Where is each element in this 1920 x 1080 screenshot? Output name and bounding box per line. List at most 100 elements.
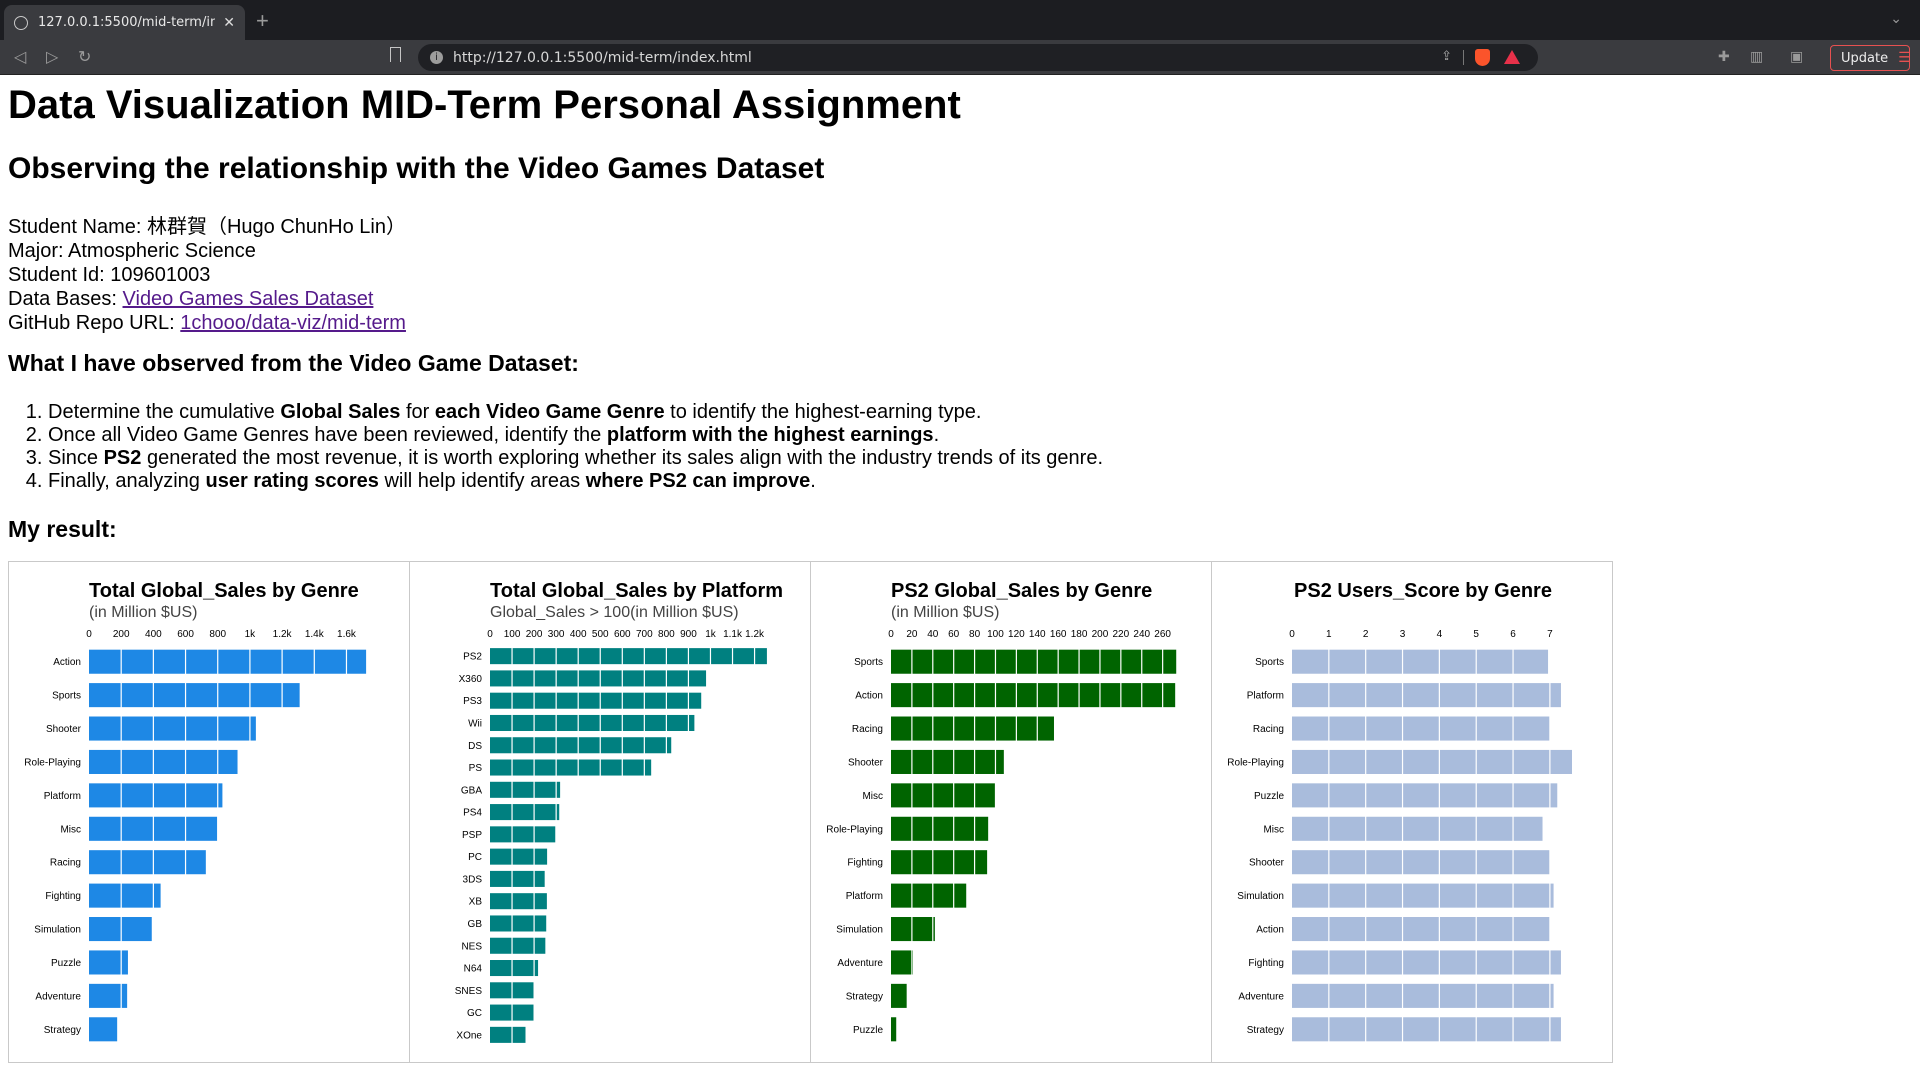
brave-shields-icon[interactable] xyxy=(1475,49,1490,66)
wallet-icon[interactable]: ▣ xyxy=(1790,48,1803,65)
x-tick-label: 800 xyxy=(209,629,226,640)
observation-list: Determine the cumulative Global Sales fo… xyxy=(8,401,1912,493)
bar[interactable] xyxy=(89,716,256,741)
close-tab-icon[interactable]: ✕ xyxy=(223,15,235,31)
reload-icon[interactable]: ↻ xyxy=(78,47,91,67)
bar[interactable] xyxy=(1292,682,1561,707)
bar[interactable] xyxy=(891,883,967,908)
category-label: Fighting xyxy=(45,891,81,902)
url-text[interactable]: http://127.0.0.1:5500/mid-term/index.htm… xyxy=(453,50,752,66)
bar[interactable] xyxy=(89,649,367,674)
bar[interactable] xyxy=(1292,816,1543,841)
bar[interactable] xyxy=(891,749,1004,774)
bar[interactable] xyxy=(490,759,652,776)
observation-text: Since xyxy=(48,446,104,469)
charts-row: Total Global_Sales by Genre (in Million $… xyxy=(8,560,1912,1063)
bar[interactable] xyxy=(490,781,561,798)
bar[interactable] xyxy=(89,883,161,908)
category-label: Action xyxy=(53,657,81,668)
bar[interactable] xyxy=(490,714,695,731)
chart-title: Total Global_Sales by Genre xyxy=(89,580,359,602)
chevron-down-icon[interactable]: ⌄ xyxy=(1890,10,1902,27)
bar[interactable] xyxy=(1292,783,1558,808)
bar[interactable] xyxy=(490,1026,526,1043)
bookmark-icon[interactable] xyxy=(390,47,401,62)
bar[interactable] xyxy=(891,950,913,975)
bar[interactable] xyxy=(891,649,1177,674)
bar[interactable] xyxy=(490,870,545,887)
repo-link[interactable]: 1chooo/data-viz/mid-term xyxy=(180,312,406,334)
bar[interactable] xyxy=(490,692,702,709)
globe-icon xyxy=(14,15,28,30)
browser-tab-bar: 127.0.0.1:5500/mid-term/index ✕ + ⌄ xyxy=(0,0,1920,40)
bar[interactable] xyxy=(89,1017,118,1042)
bar[interactable] xyxy=(490,915,547,932)
hamburger-menu-icon[interactable]: ☰ xyxy=(1898,50,1911,66)
x-tick-label: 3 xyxy=(1400,629,1406,640)
category-label: Role-Playing xyxy=(24,757,81,768)
bar[interactable] xyxy=(891,816,989,841)
bar[interactable] xyxy=(1292,849,1550,875)
observation-item: Determine the cumulative Global Sales fo… xyxy=(48,401,1912,424)
bar[interactable] xyxy=(490,670,707,687)
bar[interactable] xyxy=(490,892,547,909)
bar[interactable] xyxy=(490,803,560,820)
bar[interactable] xyxy=(891,849,988,875)
x-tick-label: 700 xyxy=(636,629,653,640)
category-label: Adventure xyxy=(1238,991,1284,1002)
x-tick-label: 200 xyxy=(113,629,130,640)
chart-platform-sales: Total Global_Sales by Platform Global_Sal… xyxy=(409,560,811,1063)
bar[interactable] xyxy=(891,716,1054,741)
observed-heading: What I have observed from the Video Game… xyxy=(8,350,579,376)
bar[interactable] xyxy=(1292,749,1572,774)
x-tick-label: 100 xyxy=(987,629,1004,640)
new-tab-icon[interactable]: + xyxy=(256,8,269,34)
address-bar[interactable]: i http://127.0.0.1:5500/mid-term/index.h… xyxy=(418,44,1538,71)
share-icon[interactable]: ⇪ xyxy=(1441,49,1452,64)
update-button[interactable]: Update ☰ xyxy=(1830,45,1911,71)
bar[interactable] xyxy=(1292,649,1549,674)
extensions-icon[interactable]: ✚ xyxy=(1718,48,1730,65)
browser-tab[interactable]: 127.0.0.1:5500/mid-term/index ✕ xyxy=(4,5,245,40)
bar[interactable] xyxy=(490,937,546,954)
category-label: XB xyxy=(469,896,483,907)
x-tick-label: 400 xyxy=(570,629,587,640)
bar[interactable] xyxy=(89,849,206,875)
repo-row: GitHub Repo URL: 1chooo/data-viz/mid-ter… xyxy=(8,311,1912,335)
bar[interactable] xyxy=(89,783,223,808)
bar[interactable] xyxy=(490,959,539,976)
database-link[interactable]: Video Games Sales Dataset xyxy=(123,288,374,310)
bar[interactable] xyxy=(1292,950,1561,975)
bar[interactable] xyxy=(891,983,907,1008)
bar[interactable] xyxy=(490,826,556,843)
x-tick-label: 1.1k xyxy=(723,629,743,640)
bar[interactable] xyxy=(891,1017,897,1042)
x-tick-label: 260 xyxy=(1154,629,1171,640)
observation-emphasis: each Video Game Genre xyxy=(434,400,665,423)
bar[interactable] xyxy=(1292,916,1550,941)
x-tick-label: 1.2k xyxy=(273,629,293,640)
bar[interactable] xyxy=(1292,883,1554,908)
sidebar-icon[interactable]: ▥ xyxy=(1750,48,1763,65)
bar[interactable] xyxy=(490,848,548,865)
x-tick-label: 1 xyxy=(1326,629,1332,640)
bar[interactable] xyxy=(89,749,238,774)
bar[interactable] xyxy=(1292,1017,1561,1042)
x-tick-label: 1.6k xyxy=(337,629,357,640)
brave-rewards-icon[interactable] xyxy=(1504,50,1520,64)
category-label: PS2 xyxy=(463,651,482,662)
bar[interactable] xyxy=(89,916,152,941)
bar[interactable] xyxy=(490,647,767,664)
bar[interactable] xyxy=(1292,716,1550,741)
bar[interactable] xyxy=(891,783,996,808)
back-icon[interactable]: ◁ xyxy=(14,47,26,67)
bar[interactable] xyxy=(891,682,1176,707)
bar[interactable] xyxy=(89,950,128,975)
bar[interactable] xyxy=(1292,983,1554,1008)
forward-icon[interactable]: ▷ xyxy=(46,47,58,67)
x-tick-label: 160 xyxy=(1050,629,1067,640)
bar[interactable] xyxy=(891,916,935,941)
site-info-icon[interactable]: i xyxy=(430,51,443,64)
chart-ps2-user-score: PS2 Users_Score by Genre 0 1 2 3 4 5 6 7 Sports Pl… xyxy=(1211,560,1613,1063)
major-row: Major: Atmospheric Science xyxy=(8,239,1912,263)
